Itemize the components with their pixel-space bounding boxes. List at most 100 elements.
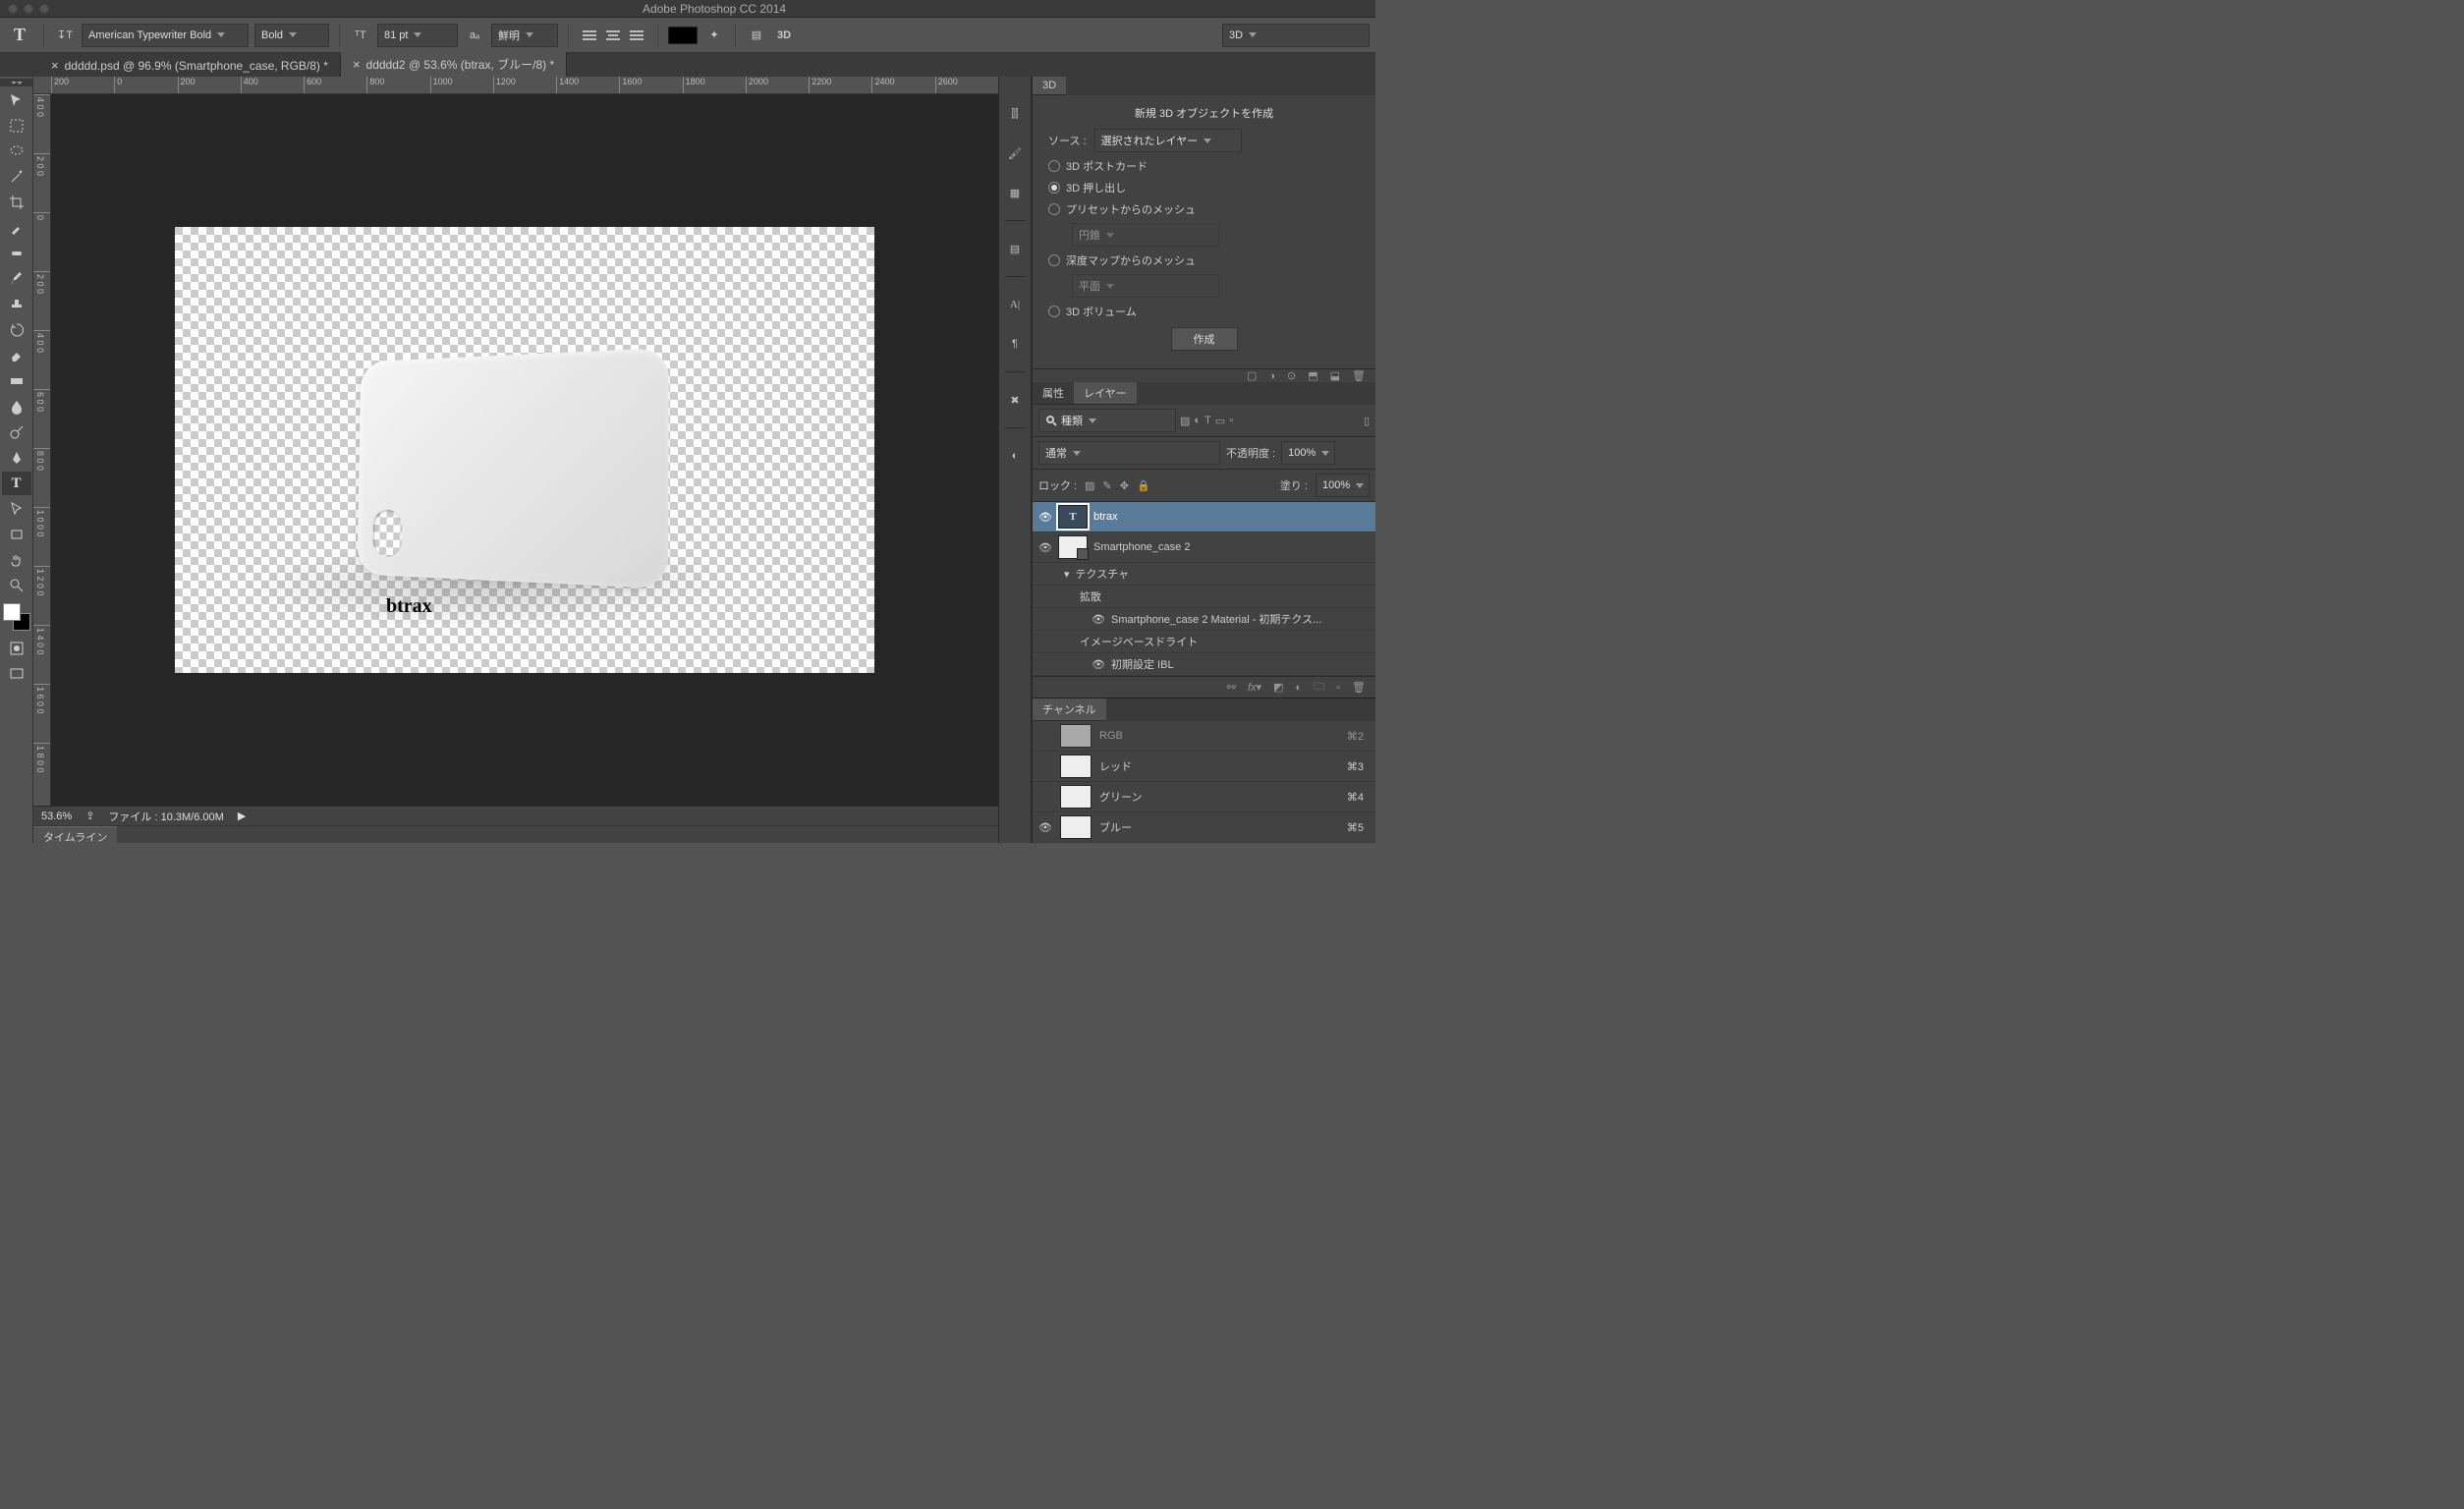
layer-filter-dropdown[interactable]: 種類: [1038, 409, 1176, 432]
history-brush-tool[interactable]: [2, 318, 31, 342]
blend-mode-dropdown[interactable]: 通常: [1038, 441, 1220, 465]
radio-volume[interactable]: 3D ボリューム: [1048, 304, 1360, 319]
close-tab-icon[interactable]: ×: [51, 58, 59, 73]
new-icon[interactable]: ⬓: [1330, 369, 1340, 382]
document-tab[interactable]: × ddddd.psd @ 96.9% (Smartphone_case, RG…: [39, 54, 341, 77]
channel-item[interactable]: グリーン ⌘4: [1033, 782, 1375, 812]
ruler-vertical[interactable]: 4 0 02 0 002 0 04 0 06 0 08 0 01 0 0 01 …: [33, 94, 51, 806]
font-weight-dropdown[interactable]: Bold: [254, 24, 329, 47]
viewport[interactable]: btrax: [51, 94, 998, 806]
ground-icon[interactable]: ⬒: [1308, 369, 1317, 382]
lock-position-icon[interactable]: ✥: [1120, 479, 1129, 492]
layer-sub-item[interactable]: 👁 Smartphone_case 2 Material - 初期テクス...: [1033, 608, 1375, 631]
align-right-button[interactable]: [626, 25, 647, 46]
link-icon[interactable]: ⚯: [1227, 681, 1236, 694]
adjustment-icon[interactable]: ◐: [1295, 682, 1302, 694]
libraries-icon[interactable]: ▤: [1003, 237, 1027, 260]
visibility-icon[interactable]: 👁: [1038, 541, 1052, 554]
character-icon[interactable]: A|: [1003, 293, 1027, 316]
visibility-icon[interactable]: 👁: [1092, 613, 1105, 626]
tab-attributes[interactable]: 属性: [1033, 382, 1074, 405]
dodge-tool[interactable]: [2, 420, 31, 444]
visibility-icon[interactable]: 👁: [1038, 821, 1052, 834]
align-center-button[interactable]: [602, 25, 624, 46]
font-family-dropdown[interactable]: American Typewriter Bold: [82, 24, 249, 47]
lock-paint-icon[interactable]: ✎: [1103, 479, 1112, 492]
warp-text-icon[interactable]: ✦: [703, 25, 725, 46]
eyedropper-tool[interactable]: [2, 216, 31, 240]
timeline-tab[interactable]: タイムライン: [33, 826, 117, 847]
channel-item[interactable]: 👁 ブルー ⌘5: [1033, 812, 1375, 843]
tab-channels[interactable]: チャンネル: [1033, 699, 1106, 721]
eraser-tool[interactable]: [2, 344, 31, 367]
channel-item[interactable]: レッド ⌘3: [1033, 752, 1375, 782]
filter-pixel-icon[interactable]: ▨: [1180, 415, 1190, 427]
trash-icon[interactable]: 🗑: [1352, 681, 1366, 694]
layer-thumb-3d[interactable]: [1058, 535, 1088, 559]
share-icon[interactable]: ⇪: [85, 810, 94, 822]
new-layer-icon[interactable]: ▫: [1336, 682, 1340, 694]
trash-icon[interactable]: 🗑: [1352, 369, 1366, 382]
character-panel-icon[interactable]: ▤: [746, 25, 767, 46]
radio-extrusion[interactable]: 3D 押し出し: [1048, 180, 1360, 196]
channel-item[interactable]: RGB ⌘2: [1033, 721, 1375, 752]
close-window[interactable]: [8, 4, 18, 14]
light-icon[interactable]: ◑: [1268, 370, 1275, 382]
path-select-tool[interactable]: [2, 497, 31, 521]
brush-presets-icon[interactable]: 🖌: [1003, 141, 1027, 165]
align-left-button[interactable]: [579, 25, 600, 46]
zoom-window[interactable]: [39, 4, 49, 14]
cc-icon[interactable]: ◐: [1003, 444, 1027, 468]
move-tool[interactable]: [2, 88, 31, 112]
tools-preset-icon[interactable]: ✖: [1003, 388, 1027, 412]
lock-all-icon[interactable]: 🔒: [1137, 479, 1150, 492]
lasso-tool[interactable]: [2, 140, 31, 163]
tab-3d[interactable]: 3D: [1033, 77, 1066, 95]
active-tool-icon[interactable]: T: [6, 22, 33, 49]
text-orientation-icon[interactable]: ↧T: [54, 25, 76, 46]
paragraph-icon[interactable]: ¶: [1003, 332, 1027, 356]
render-icon[interactable]: ▢: [1247, 369, 1257, 382]
pen-tool[interactable]: [2, 446, 31, 470]
radio-preset[interactable]: プリセットからのメッシュ: [1048, 201, 1360, 217]
text-color-swatch[interactable]: [668, 27, 698, 44]
font-size-dropdown[interactable]: 81 pt: [377, 24, 458, 47]
screen-mode-icon[interactable]: [2, 662, 31, 686]
chevron-down-icon[interactable]: ▾: [1064, 568, 1070, 581]
rectangle-tool[interactable]: [2, 523, 31, 546]
type-tool[interactable]: T: [2, 472, 31, 495]
collapse-icon[interactable]: [0, 79, 32, 86]
brush-tool[interactable]: [2, 267, 31, 291]
filter-toggle-icon[interactable]: ▯: [1364, 415, 1370, 427]
hand-tool[interactable]: [2, 548, 31, 572]
layer-thumb-text[interactable]: T: [1058, 505, 1088, 529]
opacity-field[interactable]: 100%: [1281, 441, 1335, 465]
stamp-tool[interactable]: [2, 293, 31, 316]
layer-item[interactable]: 👁 Smartphone_case 2: [1033, 532, 1375, 563]
marquee-tool[interactable]: [2, 114, 31, 138]
radio-postcard[interactable]: 3D ポストカード: [1048, 158, 1360, 174]
visibility-icon[interactable]: 👁: [1092, 658, 1105, 671]
workspace-dropdown[interactable]: 3D: [1222, 24, 1370, 47]
fx-icon[interactable]: fx▾: [1248, 681, 1261, 694]
layer-item[interactable]: 👁 T btrax: [1033, 502, 1375, 532]
close-tab-icon[interactable]: ×: [353, 57, 361, 72]
filter-type-icon[interactable]: T: [1204, 415, 1211, 426]
dock-icon[interactable]: ⫿⫿: [1003, 102, 1027, 126]
crop-tool[interactable]: [2, 191, 31, 214]
tab-layers[interactable]: レイヤー: [1074, 382, 1137, 405]
folder-icon[interactable]: 🗀: [1314, 678, 1324, 697]
quickmask-icon[interactable]: [2, 637, 31, 660]
layer-sub-item[interactable]: 拡散: [1033, 586, 1375, 608]
wand-tool[interactable]: [2, 165, 31, 189]
layer-sub-item[interactable]: 👁 初期設定 IBL: [1033, 653, 1375, 676]
layer-sub-item[interactable]: イメージベースドライト: [1033, 631, 1375, 653]
fill-field[interactable]: 100%: [1316, 474, 1370, 497]
play-icon[interactable]: ▶: [238, 810, 246, 822]
antialias-dropdown[interactable]: 鮮明: [491, 24, 558, 47]
swatches-icon[interactable]: ▦: [1003, 181, 1027, 204]
visibility-icon[interactable]: 👁: [1038, 511, 1052, 524]
document-tab[interactable]: × ddddd2 @ 53.6% (btrax, ブルー/8) *: [341, 52, 567, 77]
lock-transparency-icon[interactable]: ▨: [1085, 479, 1094, 492]
filter-smart-icon[interactable]: ▫: [1229, 415, 1233, 426]
